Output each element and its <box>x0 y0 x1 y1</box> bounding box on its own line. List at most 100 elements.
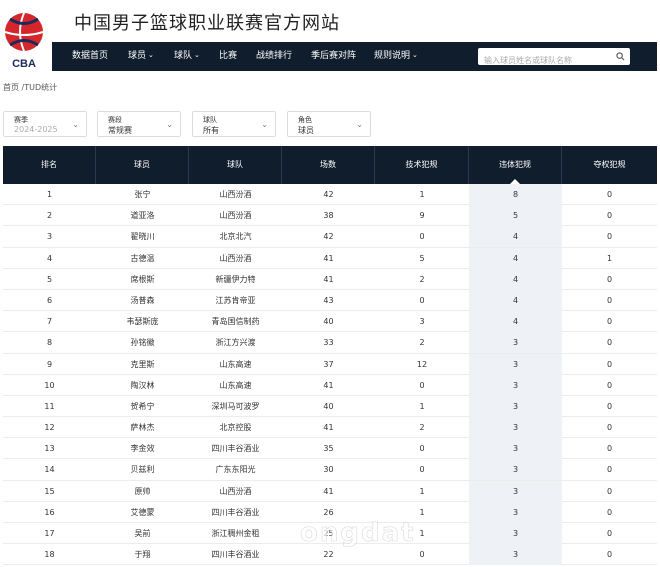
col-games-cell: 41 <box>323 274 334 284</box>
search-box <box>478 48 630 69</box>
nav-item-label: 数据首页 <box>72 51 109 61</box>
col-player-cell[interactable]: 道亚洛 <box>96 205 189 226</box>
col-player-cell[interactable]: 韦瑟斯庞 <box>96 311 189 332</box>
table-row: 11 贺希宁 深圳马可波罗 40 1 3 0 <box>3 395 657 418</box>
col-team-cell[interactable]: 山东高速 <box>189 354 282 375</box>
col-player-cell[interactable]: 李金效 <box>96 438 189 459</box>
col-player-cell[interactable]: 吴前 <box>96 523 189 544</box>
col-disqualifying-fouls-cell: 0 <box>606 550 613 560</box>
col-unsportsmanlike-fouls-cell: 3 <box>469 417 562 439</box>
col-rank-cell: 3 <box>46 232 53 242</box>
col-team-cell[interactable]: 山西汾酒 <box>189 205 282 226</box>
col-player-cell[interactable]: 萨林杰 <box>96 417 189 438</box>
col-team-cell[interactable]: 四川丰谷酒业 <box>189 502 282 523</box>
col-rank-header[interactable]: 排名 <box>3 146 96 184</box>
col-player-cell[interactable]: 艾德蒙 <box>96 502 189 523</box>
col-team-cell[interactable]: 山西汾酒 <box>189 248 282 269</box>
cba-logo[interactable]: CBA <box>2 8 46 70</box>
filter-value: 所有 <box>203 126 219 135</box>
col-disqualifying-fouls-cell: 0 <box>606 507 613 517</box>
col-unsportsmanlike-fouls-cell: 4 <box>469 311 562 333</box>
col-team-cell[interactable]: 山西汾酒 <box>189 184 282 205</box>
col-team-cell[interactable]: 山西汾酒 <box>189 481 282 502</box>
col-disqualifying-fouls-cell: 0 <box>606 232 613 242</box>
table-header: 排名 球员 球队 场数 技术犯规 违体犯规 夺权犯规 <box>3 146 657 184</box>
col-team-cell[interactable]: 四川丰谷酒业 <box>189 544 282 565</box>
col-rank-cell: 9 <box>46 359 53 369</box>
col-games-cell: 42 <box>323 232 334 242</box>
nav-item-players[interactable]: 球员 ⌄ <box>128 42 154 71</box>
col-team-cell[interactable]: 深圳马可波罗 <box>189 396 282 417</box>
col-technical-fouls-cell: 0 <box>419 232 425 242</box>
nav-item-teams[interactable]: 球队 ⌄ <box>174 42 200 71</box>
col-technical-fouls-cell: 1 <box>419 401 425 411</box>
col-player-header[interactable]: 球员 <box>96 146 189 184</box>
table-row: 2 道亚洛 山西汾酒 38 9 5 0 <box>3 205 657 227</box>
stage-filter[interactable]: 赛段 常规赛 ⌄ <box>97 111 181 137</box>
col-rank-cell: 12 <box>44 423 55 433</box>
col-player-cell[interactable]: 贝兹利 <box>96 459 189 480</box>
nav-item-standings[interactable]: 战绩排行 <box>256 42 292 71</box>
col-games-header[interactable]: 场数 <box>282 146 375 184</box>
col-disqualifying-fouls-cell: 0 <box>606 465 613 475</box>
col-rank-cell: 1 <box>46 190 53 199</box>
col-rank-cell: 4 <box>46 253 53 263</box>
col-unsportsmanlike-fouls-header[interactable]: 违体犯规 <box>469 146 562 184</box>
col-technical-fouls-header[interactable]: 技术犯规 <box>375 146 469 184</box>
search-input[interactable] <box>478 52 608 69</box>
col-player-cell[interactable]: 贺希宁 <box>96 396 189 417</box>
nav-item-data-home[interactable]: 数据首页 <box>72 42 108 71</box>
main-nav: 数据首页 球员 ⌄ 球队 ⌄ 比赛 战绩排行 季后赛对阵 规则说明 ⌄ <box>52 42 657 71</box>
search-icon[interactable] <box>616 52 625 61</box>
col-unsportsmanlike-fouls-cell: 3 <box>469 374 562 396</box>
col-rank-cell: 18 <box>44 550 55 560</box>
col-disqualifying-fouls-cell: 0 <box>606 486 613 496</box>
col-player-cell[interactable]: 克里斯 <box>96 354 189 375</box>
col-team-cell[interactable]: 北京北汽 <box>189 226 282 247</box>
col-unsportsmanlike-fouls-cell: 4 <box>469 289 562 311</box>
col-team-cell[interactable]: 青岛国信制药 <box>189 311 282 332</box>
nav-item-playoffs[interactable]: 季后赛对阵 <box>311 42 356 71</box>
breadcrumb: 首页 /TUD统计 <box>3 83 58 92</box>
col-player-cell[interactable]: 席根斯 <box>96 269 189 290</box>
col-team-cell[interactable]: 江苏肯帝亚 <box>189 290 282 311</box>
season-filter[interactable]: 赛季 2024-2025 ⌄ <box>3 111 87 137</box>
table-row: 9 克里斯 山东高速 37 12 3 0 <box>3 353 657 375</box>
nav-item-games[interactable]: 比赛 <box>219 42 237 71</box>
col-unsportsmanlike-fouls-cell: 3 <box>469 438 562 460</box>
col-player-cell[interactable]: 翟晓川 <box>96 226 189 247</box>
col-team-cell[interactable]: 北京控股 <box>189 417 282 438</box>
col-player-cell[interactable]: 原帅 <box>96 481 189 502</box>
col-disqualifying-fouls-cell: 0 <box>606 380 613 390</box>
chevron-down-icon: ⌄ <box>356 120 363 129</box>
col-team-cell[interactable]: 浙江方兴渡 <box>189 332 282 353</box>
col-games-cell: 40 <box>323 401 334 411</box>
col-rank-cell: 10 <box>44 380 55 390</box>
col-team-cell[interactable]: 浙江稠州金租 <box>189 523 282 544</box>
site-title: 中国男子篮球职业联赛官方网站 <box>74 13 340 34</box>
nav-item-rules[interactable]: 规则说明 ⌄ <box>374 42 418 71</box>
col-player-cell[interactable]: 张宁 <box>96 184 189 205</box>
col-unsportsmanlike-fouls-cell: 8 <box>469 184 562 205</box>
col-team-cell[interactable]: 四川丰谷酒业 <box>189 438 282 459</box>
table-row: 5 席根斯 新疆伊力特 41 2 4 0 <box>3 268 657 290</box>
role-filter[interactable]: 角色 球员 ⌄ <box>287 111 371 137</box>
col-rank-cell: 6 <box>46 295 53 305</box>
col-games-cell: 40 <box>323 317 334 327</box>
col-player-cell[interactable]: 古德温 <box>96 248 189 269</box>
col-player-cell[interactable]: 于翔 <box>96 544 189 565</box>
col-player-cell[interactable]: 陶汉林 <box>96 375 189 396</box>
col-disqualifying-fouls-cell: 0 <box>606 211 613 221</box>
col-player-cell[interactable]: 孙铭徽 <box>96 332 189 353</box>
col-disqualifying-fouls-cell: 0 <box>606 444 613 454</box>
filter-value: 2024-2025 <box>14 125 58 134</box>
col-player-cell[interactable]: 汤普森 <box>96 290 189 311</box>
table-row: 7 韦瑟斯庞 青岛国信制药 40 3 4 0 <box>3 311 657 333</box>
col-team-cell[interactable]: 新疆伊力特 <box>189 269 282 290</box>
team-filter[interactable]: 球队 所有 ⌄ <box>192 111 276 137</box>
col-unsportsmanlike-fouls-cell: 4 <box>469 268 562 290</box>
col-team-header[interactable]: 球队 <box>189 146 282 184</box>
col-team-cell[interactable]: 广东东阳光 <box>189 459 282 480</box>
col-team-cell[interactable]: 山东高速 <box>189 375 282 396</box>
col-disqualifying-fouls-header[interactable]: 夺权犯规 <box>562 146 657 184</box>
